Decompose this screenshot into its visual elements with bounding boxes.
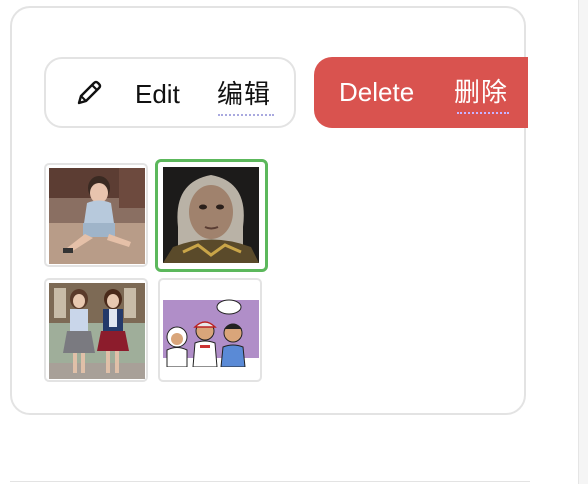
delete-cn-underline xyxy=(457,112,509,114)
two-women-photo xyxy=(49,283,145,379)
delete-label: Delete xyxy=(339,77,415,107)
edit-cn-underline xyxy=(218,114,274,116)
thumbnail-4[interactable] xyxy=(158,278,262,382)
edit-button[interactable]: Edit 编辑 xyxy=(44,57,296,128)
delete-label-cn: 删除 xyxy=(454,77,509,107)
thumbnail-3[interactable] xyxy=(44,278,148,382)
pencil-icon xyxy=(77,80,102,105)
page: Edit 编辑 Delete 删除 xyxy=(0,0,588,484)
scrollbar-track[interactable] xyxy=(578,0,588,484)
cartoon-kids-speech-bubble xyxy=(163,295,259,367)
edit-label: Edit xyxy=(135,79,180,109)
edit-label-cn: 编辑 xyxy=(217,79,272,109)
divider xyxy=(10,481,530,482)
thumbnail-2-selected[interactable] xyxy=(155,159,268,272)
elderly-woman-portrait xyxy=(163,167,259,263)
delete-button[interactable]: Delete 删除 xyxy=(314,57,528,128)
boy-sitting-photo xyxy=(49,168,145,264)
thumbnail-1[interactable] xyxy=(44,163,148,267)
